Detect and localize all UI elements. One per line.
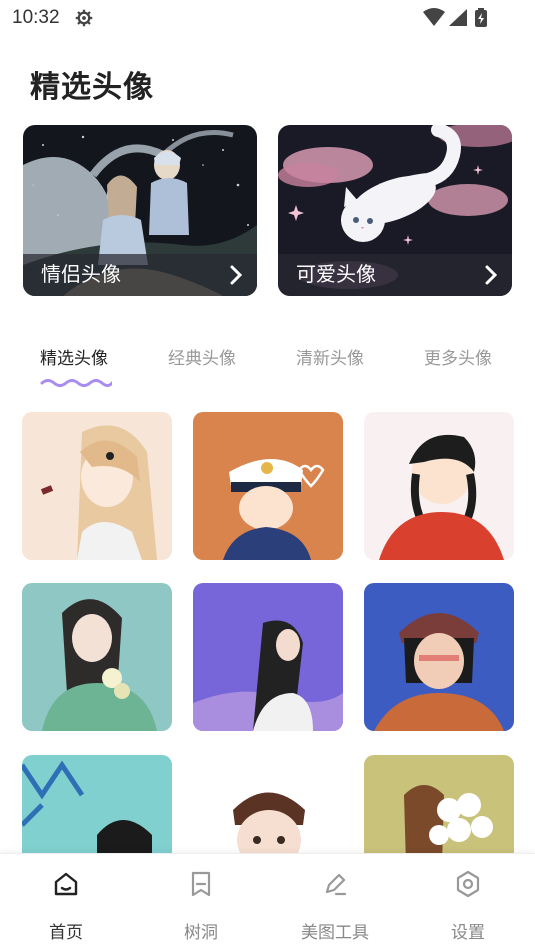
- chevron-right-icon: [485, 265, 498, 285]
- avatar-thumbnail[interactable]: [364, 583, 514, 731]
- tab-more[interactable]: 更多头像: [424, 344, 492, 369]
- status-bar: 10:32: [0, 0, 535, 36]
- nav-settings[interactable]: 设置: [418, 854, 518, 951]
- avatar-image: [364, 412, 514, 560]
- nav-label: 美图工具: [301, 923, 369, 943]
- tab-classic[interactable]: 经典头像: [168, 344, 236, 369]
- page-title: 精选头像: [30, 70, 154, 105]
- avatar-thumbnail[interactable]: [22, 583, 172, 731]
- nav-label: 首页: [49, 923, 83, 943]
- nav-photo-tools[interactable]: 美图工具: [285, 854, 385, 951]
- tab-featured[interactable]: 精选头像: [40, 344, 108, 369]
- nav-label: 树洞: [184, 923, 218, 943]
- card-cute-avatars[interactable]: 可爱头像: [278, 125, 512, 296]
- nav-home[interactable]: 首页: [16, 854, 116, 951]
- card-label: 可爱头像: [296, 262, 376, 286]
- avatar-thumbnail[interactable]: [193, 583, 343, 731]
- category-tabs: 精选头像 经典头像 清新头像 更多头像: [0, 338, 535, 387]
- nav-treehole[interactable]: 树洞: [151, 854, 251, 951]
- tab-fresh[interactable]: 清新头像: [296, 344, 364, 369]
- gear-icon: [75, 9, 93, 27]
- status-icons: [423, 8, 487, 27]
- avatar-thumbnail[interactable]: [364, 412, 514, 560]
- avatar-image: [22, 412, 172, 560]
- avatar-thumbnail[interactable]: [22, 412, 172, 560]
- home-icon: [54, 872, 78, 896]
- active-tab-wave-indicator: [40, 379, 112, 387]
- pen-icon: [325, 873, 347, 896]
- chevron-right-icon: [230, 265, 243, 285]
- settings-hexagon-icon: [456, 870, 480, 898]
- nav-label: 设置: [451, 923, 485, 943]
- card-couple-avatars[interactable]: 情侣头像: [23, 125, 257, 296]
- status-time: 10:32: [12, 7, 60, 28]
- bookmark-icon: [191, 871, 211, 897]
- avatar-image: [364, 583, 514, 731]
- bottom-navigation: 首页 树洞 美图工具 设置: [0, 853, 535, 951]
- wifi-icon: [423, 8, 445, 26]
- signal-icon: [449, 9, 467, 26]
- avatar-image: [22, 583, 172, 731]
- avatar-image: [193, 583, 343, 731]
- avatar-thumbnail[interactable]: [193, 412, 343, 560]
- card-label: 情侣头像: [41, 262, 121, 286]
- avatar-image: [193, 412, 343, 560]
